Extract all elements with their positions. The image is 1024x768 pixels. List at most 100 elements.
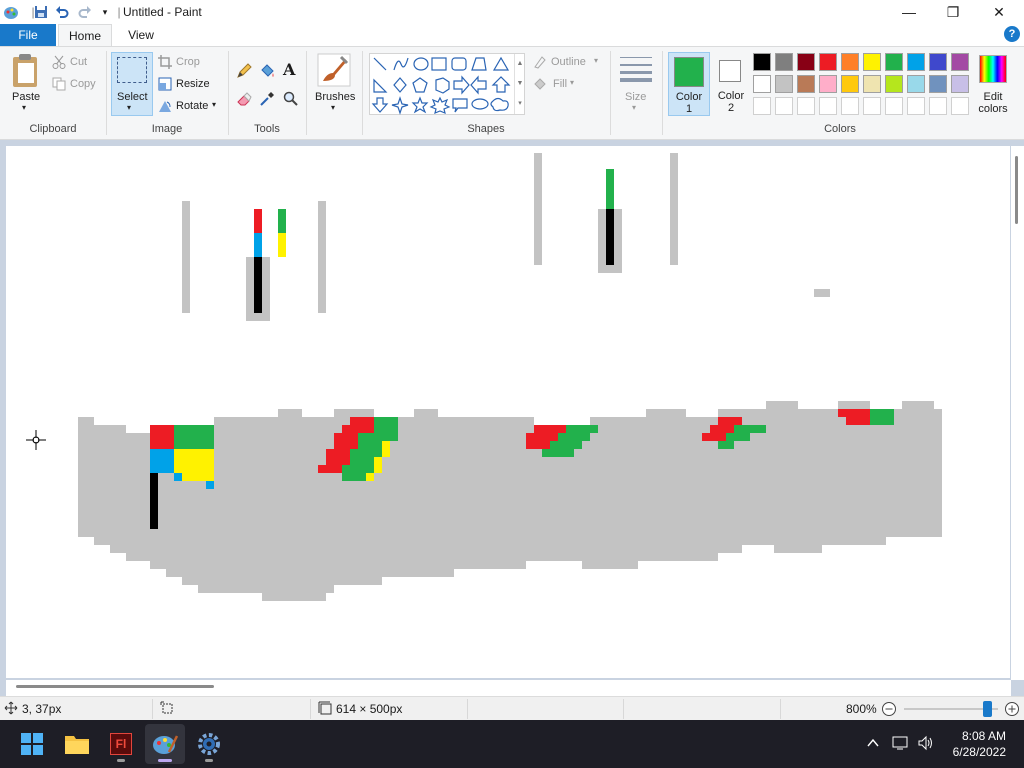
size-button[interactable]: Size [625, 91, 646, 103]
vertical-scrollbar[interactable] [1011, 146, 1024, 680]
palette-custom-swatch[interactable] [819, 97, 837, 115]
pencil-icon[interactable] [236, 63, 252, 82]
palette-color-swatch[interactable] [819, 53, 837, 71]
shapes-gallery[interactable]: ▲ ▼ ▾ [369, 53, 525, 115]
color2-button[interactable]: Color 2 [711, 52, 751, 116]
crop-icon[interactable] [158, 55, 172, 72]
eraser-icon[interactable] [236, 91, 252, 110]
volume-icon[interactable] [917, 735, 935, 754]
text-tool-icon[interactable]: A [283, 60, 295, 79]
file-explorer-icon[interactable] [57, 724, 97, 764]
select-button[interactable]: Select ▾ [111, 52, 153, 116]
outline-dropdown-icon[interactable]: ▾ [594, 56, 598, 65]
palette-color-swatch[interactable] [753, 75, 771, 93]
palette-custom-swatch[interactable] [753, 97, 771, 115]
palette-color-swatch[interactable] [885, 75, 903, 93]
crop-button[interactable]: Crop [176, 56, 200, 68]
palette-custom-swatch[interactable] [885, 97, 903, 115]
fill-icon[interactable] [533, 77, 547, 94]
undo-icon[interactable] [53, 3, 71, 21]
magnifier-icon[interactable] [283, 91, 299, 110]
zoom-in-button[interactable] [1004, 701, 1020, 720]
window-title: Untitled - Paint [123, 5, 202, 19]
paste-dropdown-icon[interactable]: ▾ [22, 103, 26, 112]
palette-custom-swatch[interactable] [841, 97, 859, 115]
paint-app-icon[interactable] [145, 724, 185, 764]
palette-color-swatch[interactable] [907, 53, 925, 71]
copy-icon[interactable] [52, 77, 66, 94]
palette-color-swatch[interactable] [819, 75, 837, 93]
palette-color-swatch[interactable] [753, 53, 771, 71]
horizontal-scroll-thumb[interactable] [16, 685, 214, 688]
zoom-slider-thumb[interactable] [983, 701, 992, 717]
help-button[interactable]: ? [1004, 26, 1020, 42]
palette-color-swatch[interactable] [929, 53, 947, 71]
edit-colors-button[interactable]: Edit colors [975, 91, 1011, 115]
cut-icon[interactable] [52, 55, 66, 72]
maximize-button[interactable]: ❐ [930, 0, 976, 24]
palette-color-swatch[interactable] [907, 75, 925, 93]
palette-color-swatch[interactable] [929, 75, 947, 93]
chevron-up-icon[interactable] [866, 736, 880, 753]
brushes-dropdown-icon[interactable]: ▾ [331, 103, 335, 112]
start-icon[interactable] [12, 724, 52, 764]
palette-color-swatch[interactable] [775, 53, 793, 71]
flash-app-icon[interactable]: Fl [101, 724, 141, 764]
color-picker-icon[interactable] [259, 91, 275, 110]
rotate-icon[interactable] [158, 99, 172, 116]
resize-icon[interactable] [158, 77, 172, 94]
settings-icon[interactable] [189, 724, 229, 764]
palette-custom-swatch[interactable] [863, 97, 881, 115]
horizontal-scrollbar[interactable] [6, 680, 1011, 696]
palette-color-swatch[interactable] [797, 53, 815, 71]
palette-custom-swatch[interactable] [907, 97, 925, 115]
palette-color-swatch[interactable] [841, 75, 859, 93]
palette-color-swatch[interactable] [841, 53, 859, 71]
palette-color-swatch[interactable] [775, 75, 793, 93]
palette-color-swatch[interactable] [863, 75, 881, 93]
fill-dropdown-icon[interactable]: ▾ [570, 78, 574, 87]
outline-icon[interactable] [533, 55, 547, 72]
color1-button[interactable]: Color 1 [668, 52, 710, 116]
tab-home[interactable]: Home [58, 24, 112, 47]
palette-color-swatch[interactable] [951, 53, 969, 71]
paste-icon[interactable] [10, 53, 44, 93]
redo-icon[interactable] [76, 3, 94, 21]
paste-button[interactable]: Paste [12, 91, 40, 103]
brushes-icon[interactable] [317, 53, 351, 90]
resize-button[interactable]: Resize [176, 78, 210, 90]
palette-custom-swatch[interactable] [929, 97, 947, 115]
brushes-button[interactable]: Brushes [315, 91, 355, 103]
size-icon[interactable] [620, 55, 652, 86]
clock-time[interactable]: 8:08 AM [962, 729, 1006, 743]
palette-color-swatch[interactable] [863, 53, 881, 71]
rotate-button[interactable]: Rotate [176, 100, 208, 112]
tab-view[interactable]: View [116, 24, 166, 46]
cut-button[interactable]: Cut [70, 56, 87, 68]
edit-colors-icon[interactable] [979, 55, 1007, 83]
palette-color-swatch[interactable] [951, 75, 969, 93]
size-dropdown-icon[interactable]: ▾ [632, 103, 636, 112]
shapes-scroll-icon[interactable]: ▲ ▼ ▾ [514, 54, 525, 114]
palette-custom-swatch[interactable] [775, 97, 793, 115]
outline-button[interactable]: Outline [551, 56, 586, 68]
palette-custom-swatch[interactable] [797, 97, 815, 115]
palette-custom-swatch[interactable] [951, 97, 969, 115]
paint-app-icon[interactable] [2, 3, 20, 21]
clock-date[interactable]: 6/28/2022 [953, 745, 1006, 759]
palette-color-swatch[interactable] [797, 75, 815, 93]
close-button[interactable]: ✕ [976, 0, 1022, 24]
drawn-bar [254, 233, 262, 257]
fill-button[interactable]: Fill [553, 78, 567, 90]
fill-bucket-icon[interactable] [259, 63, 275, 82]
palette-color-swatch[interactable] [885, 53, 903, 71]
network-icon[interactable] [892, 735, 910, 754]
tab-file[interactable]: File [0, 24, 56, 46]
vertical-scroll-thumb[interactable] [1015, 156, 1018, 224]
rotate-dropdown-icon[interactable]: ▾ [212, 100, 216, 109]
minimize-button[interactable]: — [886, 0, 932, 24]
copy-button[interactable]: Copy [70, 78, 96, 90]
drawing-canvas[interactable] [6, 146, 1010, 678]
zoom-out-button[interactable] [881, 701, 897, 720]
save-icon[interactable] [32, 3, 50, 21]
